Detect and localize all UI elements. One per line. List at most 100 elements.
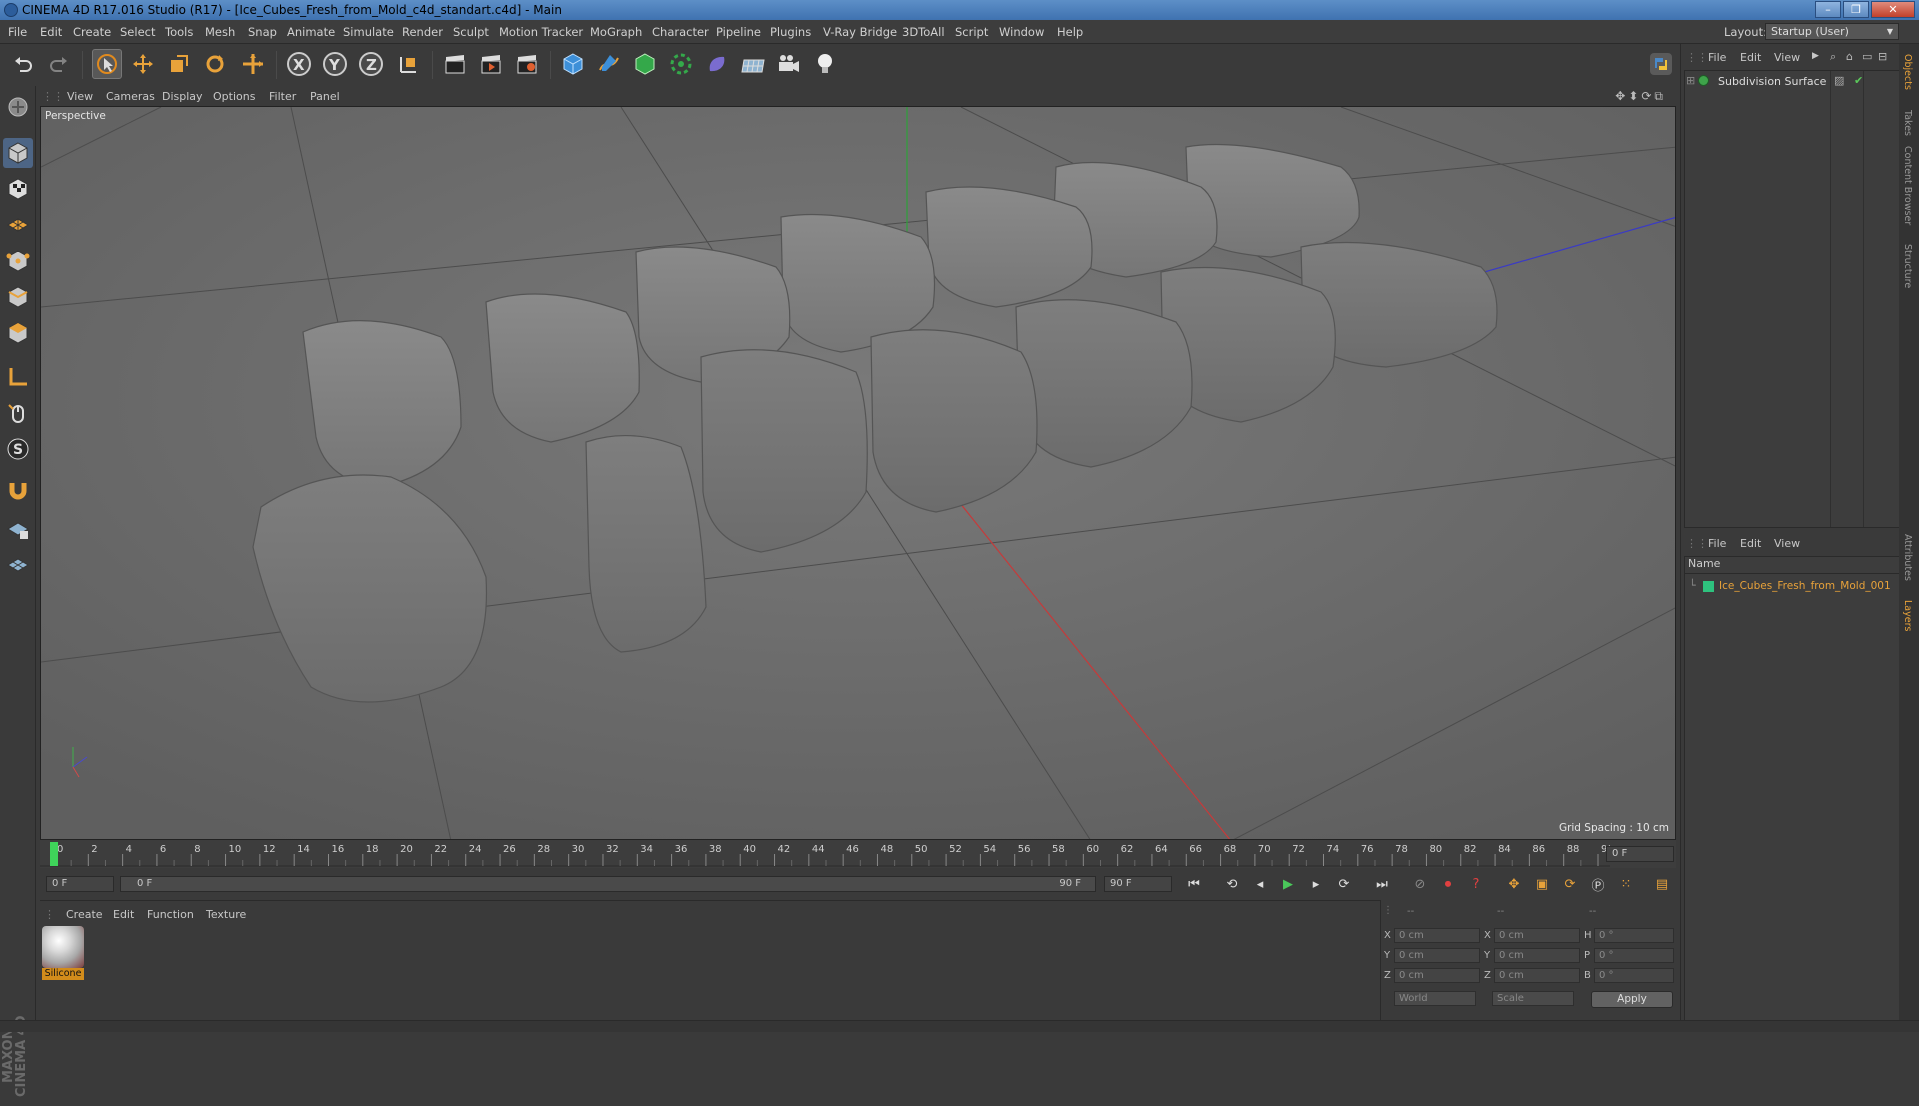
goto-end-button[interactable]: ⏭ xyxy=(1370,873,1394,895)
make-editable-button[interactable] xyxy=(3,92,33,122)
menu-character[interactable]: Character xyxy=(652,25,709,39)
coord-space-dropdown[interactable]: World xyxy=(1394,991,1476,1006)
perspective-viewport[interactable]: Perspective Grid Spacing : 10 cm xyxy=(40,106,1676,840)
object-search-icon[interactable]: ⌕ xyxy=(1830,50,1836,64)
menu-more-arrow-icon[interactable]: ▶ xyxy=(1812,51,1819,61)
viewport-nav-icons[interactable]: ✥⬍⟳⧉ xyxy=(1615,89,1666,104)
menu-motion-tracker[interactable]: Motion Tracker xyxy=(499,25,583,39)
end-frame-field[interactable]: 90 F xyxy=(1104,876,1172,892)
add-array-button[interactable] xyxy=(666,49,696,79)
layer-menu-file[interactable]: File xyxy=(1708,537,1726,550)
live-selection-button[interactable] xyxy=(92,49,122,79)
apply-button[interactable]: Apply xyxy=(1591,991,1673,1008)
object-menu-view[interactable]: View xyxy=(1774,51,1800,64)
menu-vray-bridge[interactable]: V-Ray Bridge xyxy=(823,25,897,39)
layer-menu-view[interactable]: View xyxy=(1774,537,1800,550)
menu-file[interactable]: File xyxy=(8,25,27,39)
add-subdivision-surface-button[interactable] xyxy=(630,49,660,79)
coord-rot-p-field[interactable]: 0 ° xyxy=(1594,948,1674,963)
polygons-mode-button[interactable] xyxy=(3,318,33,348)
edges-mode-button[interactable] xyxy=(3,282,33,312)
minimize-button[interactable]: – xyxy=(1815,1,1841,18)
menu-help[interactable]: Help xyxy=(1057,25,1083,39)
coord-pos-x-field[interactable]: 0 cm xyxy=(1394,928,1480,943)
render-to-picture-viewer-button[interactable] xyxy=(476,49,506,79)
object-row-subdivision-surface[interactable]: ⊞ Subdivision Surface ▨ ✔ xyxy=(1686,74,1896,90)
tree-expand-icon[interactable]: ⊞ xyxy=(1686,74,1695,87)
key-scale-button[interactable]: ▣ xyxy=(1530,873,1554,895)
menu-simulate[interactable]: Simulate xyxy=(343,25,394,39)
tweak-mode-button[interactable] xyxy=(3,398,33,428)
menu-plugins[interactable]: Plugins xyxy=(770,25,811,39)
record-button[interactable]: ⏺ xyxy=(1436,873,1460,895)
home-icon[interactable]: ⌂ xyxy=(1846,50,1853,63)
layer-row[interactable]: └ Ice_Cubes_Fresh_from_Mold_001 xyxy=(1689,579,1897,595)
close-button[interactable]: ✕ xyxy=(1871,1,1915,18)
motion-path-button[interactable]: ⊘ xyxy=(1408,873,1432,895)
menu-snap[interactable]: Snap xyxy=(248,25,277,39)
menu-tools[interactable]: Tools xyxy=(165,25,193,39)
material-menu-function[interactable]: Function xyxy=(147,908,194,921)
coord-mode-dropdown[interactable]: Scale xyxy=(1492,991,1574,1006)
viewport-menu-filter[interactable]: Filter xyxy=(269,90,296,103)
menu-render[interactable]: Render xyxy=(402,25,443,39)
coord-pos-y-field[interactable]: 0 cm xyxy=(1394,948,1480,963)
move-tool-button[interactable] xyxy=(128,49,158,79)
add-light-button[interactable] xyxy=(810,49,840,79)
coord-size-y-field[interactable]: 0 cm xyxy=(1494,948,1580,963)
viewport-menu-display[interactable]: Display xyxy=(162,90,203,103)
menu-3dtoall[interactable]: 3DToAll xyxy=(902,25,945,39)
material-menu-edit[interactable]: Edit xyxy=(113,908,134,921)
prev-frame-button[interactable]: ◂ xyxy=(1248,873,1272,895)
prev-key-button[interactable]: ⟲ xyxy=(1220,873,1244,895)
add-floor-button[interactable] xyxy=(738,49,768,79)
coord-size-z-field[interactable]: 0 cm xyxy=(1494,968,1580,983)
frame-range-slider[interactable]: 0 F 90 F xyxy=(120,876,1096,892)
enabled-check-icon[interactable]: ✔ xyxy=(1854,74,1863,87)
texture-mode-button[interactable] xyxy=(3,174,33,204)
menu-mesh[interactable]: Mesh xyxy=(205,25,235,39)
material-swatch-silicone[interactable]: Silicone xyxy=(42,926,84,982)
add-spline-pen-button[interactable] xyxy=(594,49,624,79)
layout-dropdown[interactable]: Startup (User) ▼ xyxy=(1765,23,1899,40)
menu-animate[interactable]: Animate xyxy=(287,25,335,39)
render-settings-button[interactable] xyxy=(512,49,542,79)
axis-mode-button[interactable] xyxy=(3,362,33,392)
render-view-button[interactable] xyxy=(440,49,470,79)
tab-layers[interactable]: Layers xyxy=(1902,600,1913,631)
viewport-menu-view[interactable]: View xyxy=(67,90,93,103)
menu-script[interactable]: Script xyxy=(955,25,988,39)
menu-select[interactable]: Select xyxy=(120,25,155,39)
next-frame-button[interactable]: ▸ xyxy=(1304,873,1328,895)
menu-sculpt[interactable]: Sculpt xyxy=(453,25,489,39)
magnet-button[interactable] xyxy=(3,476,33,506)
object-menu-edit[interactable]: Edit xyxy=(1740,51,1761,64)
python-script-button[interactable] xyxy=(1646,49,1676,79)
material-menu-texture[interactable]: Texture xyxy=(206,908,246,921)
model-mode-button[interactable] xyxy=(3,138,33,168)
tab-attributes[interactable]: Attributes xyxy=(1902,534,1913,581)
timeline-layout-button[interactable]: ▤ xyxy=(1650,873,1674,895)
timeline-ruler[interactable]: 0 2 4 6 8 10 12 14 16 18 20 22 24 26 28 30 32 34 36 38 40 42 4… xyxy=(40,840,1676,868)
coord-rot-b-field[interactable]: 0 ° xyxy=(1594,968,1674,983)
material-menu-create[interactable]: Create xyxy=(66,908,103,921)
next-key-button[interactable]: ⟳ xyxy=(1332,873,1356,895)
collapse-icon[interactable]: ⊟ xyxy=(1878,50,1887,63)
layer-visibility-icon[interactable]: ▨ xyxy=(1834,74,1844,87)
tab-content-browser[interactable]: Content Browser xyxy=(1902,146,1913,225)
redo-button[interactable] xyxy=(44,49,74,79)
layer-menu-edit[interactable]: Edit xyxy=(1740,537,1761,550)
menu-edit[interactable]: Edit xyxy=(40,25,62,39)
autokey-button[interactable]: ? xyxy=(1464,873,1488,895)
coordinate-system-button[interactable] xyxy=(394,49,424,79)
add-deformer-button[interactable] xyxy=(702,49,732,79)
viewport-menu-options[interactable]: Options xyxy=(213,90,255,103)
transform-tool-button[interactable] xyxy=(238,49,268,79)
scale-tool-button[interactable] xyxy=(164,49,194,79)
menu-mograph[interactable]: MoGraph xyxy=(590,25,642,39)
layer-color-swatch[interactable] xyxy=(1703,581,1714,592)
add-cube-button[interactable] xyxy=(558,49,588,79)
points-mode-button[interactable] xyxy=(3,246,33,276)
viewport-menu-cameras[interactable]: Cameras xyxy=(106,90,155,103)
key-rotation-button[interactable]: ⟳ xyxy=(1558,873,1582,895)
